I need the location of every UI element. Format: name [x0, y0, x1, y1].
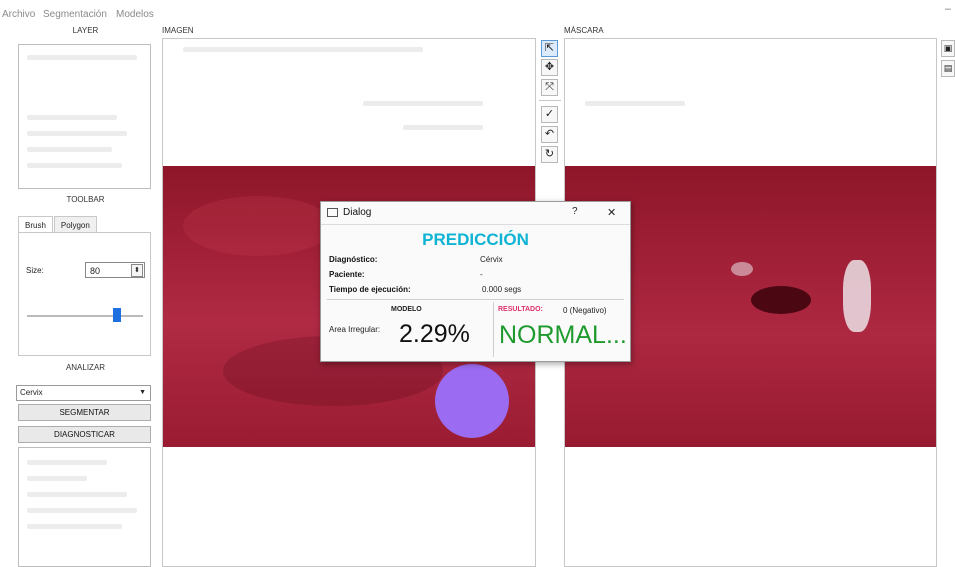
spin-arrows-icon[interactable]: ⬍ [131, 264, 143, 277]
image-icon[interactable]: ▣ [941, 40, 955, 57]
mask-header: MÁSCARA [564, 26, 604, 35]
brush-stroke [435, 364, 509, 438]
size-value: 80 [90, 266, 101, 276]
result-text: NORMAL... [499, 321, 627, 349]
layer-list[interactable] [18, 44, 151, 189]
area-label: Area Irregular: [329, 325, 381, 334]
size-spinbox[interactable]: 80 ⬍ [85, 262, 145, 278]
runtime-label: Tiempo de ejecución: [329, 285, 411, 294]
check-icon[interactable]: ✓ [541, 106, 558, 123]
toolbar-header: TOOLBAR [66, 195, 105, 204]
size-slider-track[interactable] [27, 315, 143, 317]
organ-combo[interactable]: Cervix ▼ [16, 385, 151, 401]
size-label: Size: [26, 266, 44, 275]
area-value: 2.29 [399, 320, 448, 348]
chevron-down-icon: ▼ [139, 389, 146, 396]
menu-bar: Archivo Segmentación Modelos – [0, 0, 955, 22]
patient-value: - [480, 270, 483, 279]
dialog-title: Dialog [343, 207, 372, 218]
minimize-button[interactable]: – [945, 3, 951, 15]
layer-header: LAYER [72, 26, 99, 35]
segment-button[interactable]: SEGMENTAR [18, 404, 151, 421]
diagnosis-label: Diagnóstico: [329, 255, 378, 264]
diagnose-button[interactable]: DIAGNOSTICAR [18, 426, 151, 443]
help-icon[interactable]: ? [572, 206, 578, 217]
diagnosis-value: Cérvix [480, 255, 503, 264]
area-unit: % [447, 320, 470, 348]
size-slider-handle[interactable] [113, 308, 122, 322]
redo-icon[interactable]: ↻ [541, 146, 558, 163]
tool-divider [539, 100, 561, 101]
undo-icon[interactable]: ↶ [541, 126, 558, 143]
image-header: IMAGEN [162, 26, 194, 35]
area-readout: 2.29% [399, 320, 470, 349]
menu-modelos[interactable]: Modelos [116, 9, 154, 20]
menu-segmentacion[interactable]: Segmentación [43, 9, 107, 20]
organ-combo-value: Cervix [20, 388, 43, 397]
move-icon[interactable]: ✥ [541, 59, 558, 76]
window-icon [327, 208, 338, 217]
save-icon[interactable]: ▤ [941, 60, 955, 77]
prediction-heading: PREDICCIÓN [422, 230, 529, 249]
brush-pane: Size: 80 ⬍ [18, 232, 151, 356]
fit-icon[interactable]: ⤧ [541, 79, 558, 96]
model-header: MODELO [391, 306, 422, 313]
pointer-icon[interactable]: ⇱ [541, 40, 558, 57]
close-icon[interactable]: ✕ [607, 206, 616, 219]
results-list[interactable] [18, 447, 151, 567]
result-code: 0 (Negativo) [563, 306, 607, 315]
lesion-highlight [843, 260, 871, 332]
runtime-value: 0.000 segs [482, 285, 522, 294]
menu-archivo[interactable]: Archivo [2, 9, 35, 20]
cervical-os [751, 286, 811, 314]
prediction-dialog: Dialog ? ✕ PREDICCIÓN Diagnóstico: Cérvi… [320, 201, 631, 362]
patient-label: Paciente: [329, 270, 365, 279]
result-label: RESULTADO: [498, 306, 543, 313]
analyze-header: ANALIZAR [65, 363, 106, 372]
